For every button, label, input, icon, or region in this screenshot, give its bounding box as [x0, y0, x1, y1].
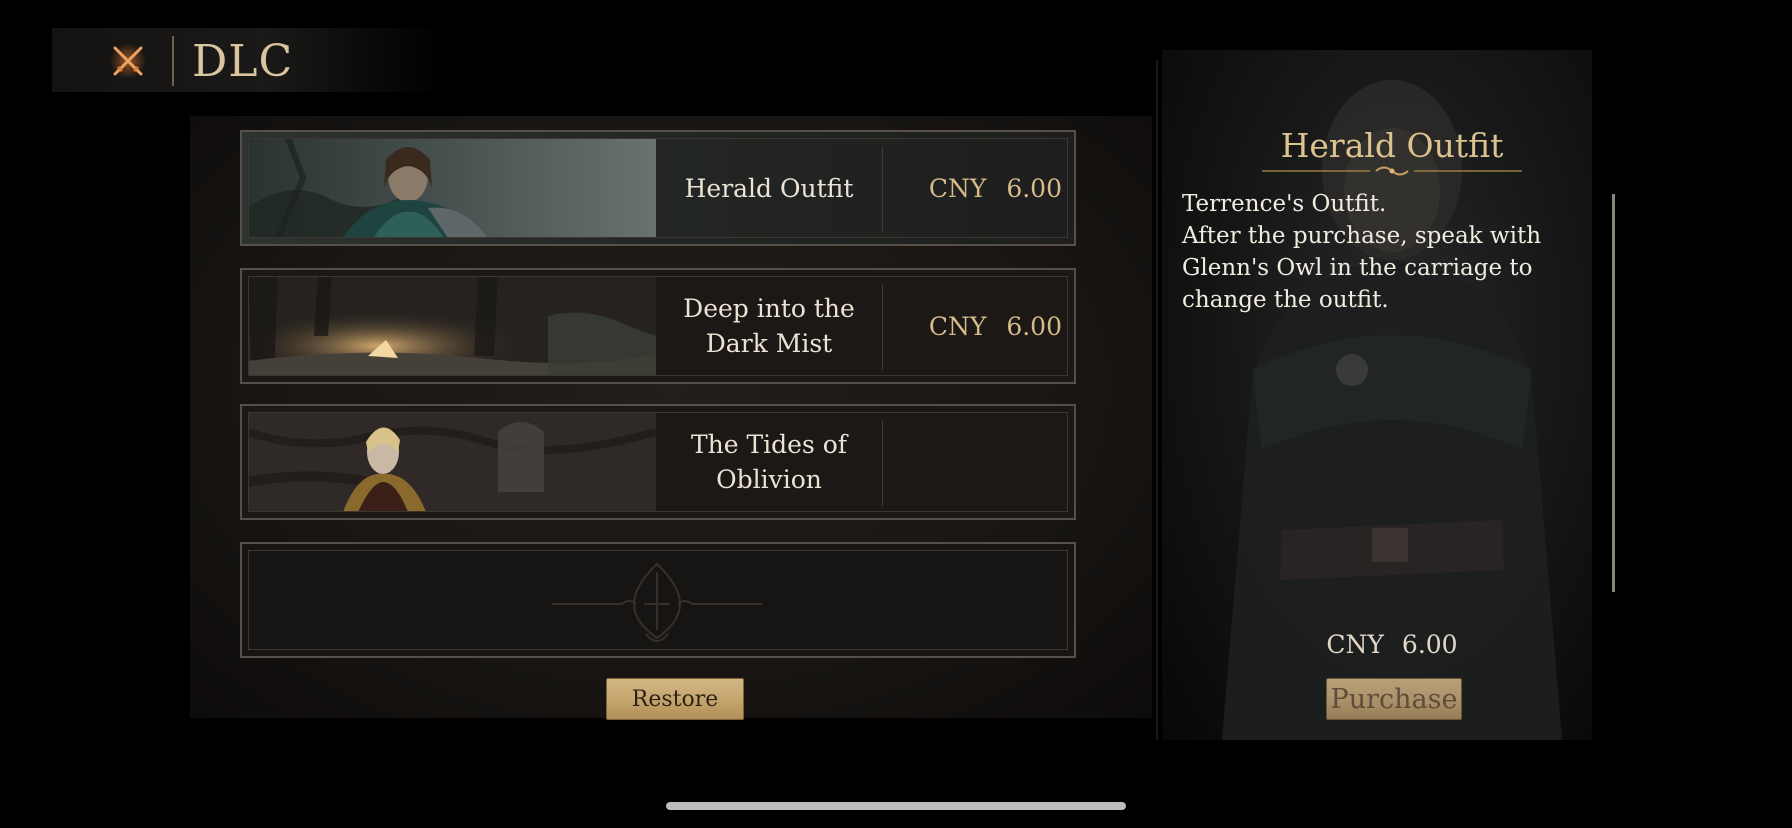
purchase-button[interactable]: Purchase [1326, 678, 1462, 720]
dlc-item-herald-outfit[interactable]: Herald Outfit CNY 6.00 [240, 130, 1076, 246]
description-scrollbar[interactable] [1612, 194, 1615, 592]
dlc-empty-slot [240, 542, 1076, 658]
detail-description: Terrence's Outfit. After the purchase, s… [1182, 188, 1602, 316]
emblem-icon [552, 562, 762, 642]
price-currency: CNY [1326, 630, 1384, 659]
dlc-item-price: CNY 6.00 [892, 138, 1062, 238]
detail-title: Herald Outfit [1280, 126, 1504, 165]
close-button[interactable] [100, 38, 156, 84]
dlc-item-the-tides-of-oblivion[interactable]: The Tides of Oblivion [240, 404, 1076, 520]
dlc-thumbnail [248, 412, 656, 512]
home-indicator[interactable] [666, 802, 1126, 810]
description-line: Terrence's Outfit. [1182, 191, 1387, 217]
crossed-swords-icon [110, 43, 146, 79]
row-divider [882, 146, 883, 232]
price-currency: CNY [928, 173, 987, 203]
detail-price: CNY 6.00 [1312, 630, 1472, 659]
panel-divider [1156, 60, 1158, 740]
price-currency: CNY [928, 311, 987, 341]
restore-button[interactable]: Restore [606, 678, 744, 720]
dlc-thumbnail [248, 276, 656, 376]
dlc-thumbnail [248, 138, 656, 238]
price-value: 6.00 [1401, 630, 1458, 659]
price-value: 6.00 [1006, 173, 1062, 203]
price-value: 6.00 [1006, 311, 1062, 341]
header-divider [172, 36, 174, 86]
row-divider [882, 284, 883, 370]
description-line: After the purchase, speak with Glenn's O… [1182, 223, 1542, 313]
dlc-item-name: The Tides of Oblivion [690, 430, 848, 494]
dlc-item-price: CNY 6.00 [892, 276, 1062, 376]
page-title: DLC [192, 36, 294, 87]
dlc-item-name: Herald Outfit [684, 173, 854, 203]
dlc-item-name: Deep into the Dark Mist [683, 294, 855, 358]
title-ornament-icon [1262, 166, 1522, 176]
row-divider [882, 420, 883, 506]
dlc-item-deep-into-the-dark-mist[interactable]: Deep into the Dark Mist CNY 6.00 [240, 268, 1076, 384]
